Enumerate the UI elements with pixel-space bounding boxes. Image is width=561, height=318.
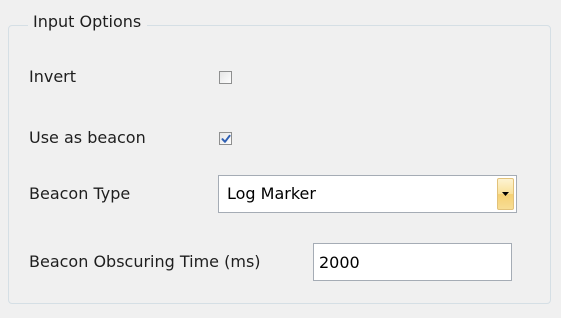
use-as-beacon-label: Use as beacon [29, 128, 146, 147]
input-options-title: Input Options [28, 11, 148, 33]
beacon-obscuring-time-label: Beacon Obscuring Time (ms) [29, 252, 261, 271]
invert-label: Invert [29, 67, 77, 86]
beacon-type-label: Beacon Type [29, 184, 131, 203]
beacon-obscuring-time-field[interactable] [313, 243, 512, 281]
beacon-type-dropdown[interactable]: Log Marker [218, 175, 517, 213]
beacon-type-dropdown-button[interactable] [497, 178, 514, 210]
beacon-type-selected-value: Log Marker [227, 184, 316, 203]
chevron-down-icon [502, 192, 509, 196]
beacon-obscuring-time-input[interactable] [319, 244, 507, 280]
checkmark-icon [221, 134, 231, 143]
use-as-beacon-checkbox[interactable] [219, 132, 232, 145]
invert-checkbox[interactable] [219, 71, 232, 84]
